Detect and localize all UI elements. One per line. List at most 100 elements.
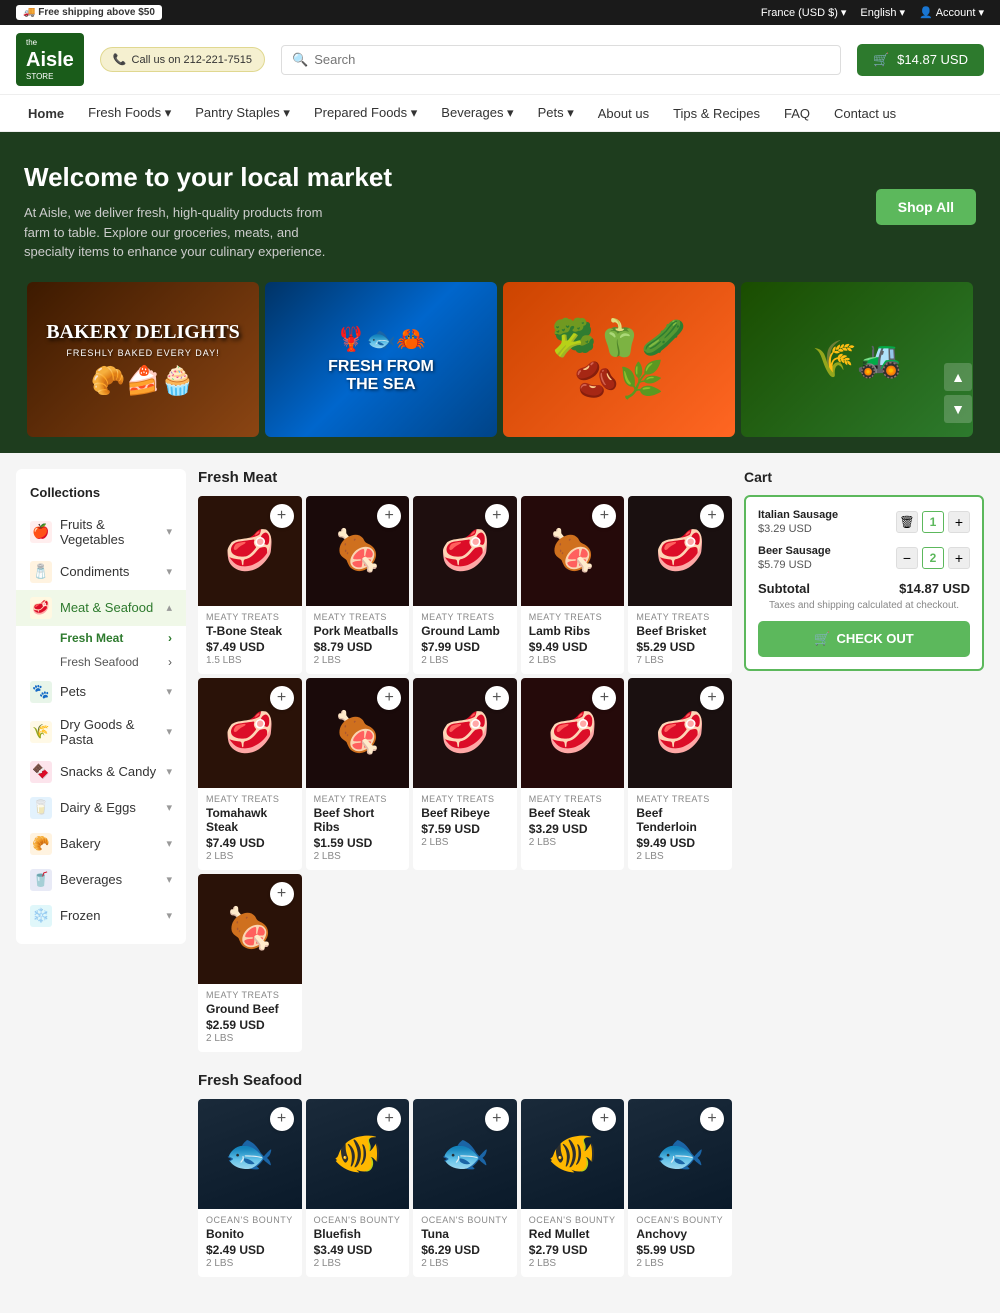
product-name: Beef Short Ribs — [314, 806, 402, 834]
cart-item-1-qty: 🗑 1 + — [896, 511, 970, 533]
nav-home[interactable]: Home — [16, 95, 76, 131]
seafood-product-card-0: 🐟 + OCEAN'S BOUNTY Bonito $2.49 USD 2 LB… — [198, 1099, 302, 1277]
nav-about[interactable]: About us — [586, 95, 661, 131]
sidebar-sub-fresh-meat[interactable]: Fresh Meat › — [60, 626, 186, 650]
add-to-cart-button[interactable]: + — [485, 686, 509, 710]
banner-nav: ▲ ▼ — [944, 363, 972, 423]
sidebar-label-dry-goods: Dry Goods & Pasta — [60, 717, 158, 747]
nav-fresh-foods[interactable]: Fresh Foods ▾ — [76, 95, 183, 131]
add-to-cart-button[interactable]: + — [377, 504, 401, 528]
seafood-product-img: 🐟 + — [198, 1099, 302, 1209]
nav-contact[interactable]: Contact us — [822, 95, 908, 131]
cart-box: Italian Sausage $3.29 USD 🗑 1 + Beer Sau… — [744, 495, 984, 671]
sidebar-item-meat[interactable]: 🥩 Meat & Seafood ▴ — [16, 590, 186, 626]
cart-item-1-qty-num: 1 — [922, 511, 944, 533]
banner-next-button[interactable]: ▼ — [944, 395, 972, 423]
cart-item-2-price: $5.79 USD — [758, 559, 831, 571]
banner-bakery[interactable]: BAKERY DELIGHTS FRESHLY BAKED EVERY DAY!… — [27, 282, 259, 437]
seafood-product-grid: 🐟 + OCEAN'S BOUNTY Bonito $2.49 USD 2 LB… — [198, 1099, 732, 1277]
cart-item-2-qty-minus[interactable]: − — [896, 547, 918, 569]
sidebar-item-bakery[interactable]: 🥐 Bakery ▾ — [16, 826, 186, 862]
cart-item-1-qty-plus[interactable]: + — [948, 511, 970, 533]
meat-icon: 🥩 — [30, 597, 52, 619]
add-to-cart-button[interactable]: + — [592, 1107, 616, 1131]
logo[interactable]: the Aisle STORE — [16, 33, 84, 86]
add-to-cart-button[interactable]: + — [270, 504, 294, 528]
sidebar-sub-fresh-seafood[interactable]: Fresh Seafood › — [60, 650, 186, 674]
seafood-product-img: 🐟 + — [628, 1099, 732, 1209]
nav-tips[interactable]: Tips & Recipes — [661, 95, 772, 131]
checkout-button[interactable]: 🛒 CHECK OUT — [758, 621, 970, 657]
product-name: Anchovy — [636, 1227, 724, 1241]
sidebar-item-pets[interactable]: 🐾 Pets ▾ — [16, 674, 186, 710]
product-price: $8.79 USD — [314, 640, 402, 654]
add-to-cart-button[interactable]: + — [485, 504, 509, 528]
cart-title: Cart — [744, 469, 984, 485]
nav-pantry-staples[interactable]: Pantry Staples ▾ — [183, 95, 302, 131]
banner-sea[interactable]: 🦞🐟🦀 FRESH FROM THE SEA — [265, 282, 497, 437]
add-to-cart-button[interactable]: + — [377, 1107, 401, 1131]
sidebar: Collections 🍎 Fruits & Vegetables ▾ 🧂 Co… — [16, 469, 186, 944]
add-to-cart-button[interactable]: + — [270, 882, 294, 906]
banner-prev-button[interactable]: ▲ — [944, 363, 972, 391]
phone-button[interactable]: 📞 Call us on 212-221-7515 — [100, 47, 265, 72]
meat-product-img: 🥩 + — [413, 678, 517, 788]
top-bar-right: France (USD $) ▾ English ▾ 👤 Account ▾ — [761, 6, 984, 19]
nav-pets[interactable]: Pets ▾ — [526, 95, 586, 131]
product-weight: 7 LBS — [636, 655, 724, 666]
add-to-cart-button[interactable]: + — [485, 1107, 509, 1131]
product-weight: 2 LBS — [636, 851, 724, 862]
nav-faq[interactable]: FAQ — [772, 95, 822, 131]
sidebar-item-fruits[interactable]: 🍎 Fruits & Vegetables ▾ — [16, 510, 186, 554]
nav-prepared-foods[interactable]: Prepared Foods ▾ — [302, 95, 429, 131]
language-selector[interactable]: English ▾ — [860, 6, 905, 19]
meat-product-img: 🍖 + — [306, 496, 410, 606]
meat-product-img: 🥩 + — [413, 496, 517, 606]
shop-all-button[interactable]: Shop All — [876, 189, 976, 225]
add-to-cart-button[interactable]: + — [592, 504, 616, 528]
add-to-cart-button[interactable]: + — [700, 686, 724, 710]
account-menu[interactable]: 👤 Account ▾ — [919, 6, 984, 19]
meat-product-card-3: 🍖 + MEATY TREATS Lamb Ribs $9.49 USD 2 L… — [521, 496, 625, 674]
country-selector[interactable]: France (USD $) ▾ — [761, 6, 847, 19]
condiments-icon: 🧂 — [30, 561, 52, 583]
cart-item-2-name: Beer Sausage — [758, 545, 831, 557]
meat-product-img: 🍖 + — [198, 874, 302, 984]
product-price: $6.29 USD — [421, 1243, 509, 1257]
add-to-cart-button[interactable]: + — [377, 686, 401, 710]
sidebar-item-snacks[interactable]: 🍫 Snacks & Candy ▾ — [16, 754, 186, 790]
sidebar-label-fruits: Fruits & Vegetables — [60, 517, 158, 547]
product-brand: MEATY TREATS — [529, 794, 617, 804]
meat-product-card-0: 🥩 + MEATY TREATS T-Bone Steak $7.49 USD … — [198, 496, 302, 674]
bakery-icon: 🥐 — [30, 833, 52, 855]
sidebar-item-frozen[interactable]: ❄️ Frozen ▾ — [16, 898, 186, 934]
cart-button[interactable]: 🛒 $14.87 USD — [857, 44, 984, 76]
product-name: Ground Lamb — [421, 624, 509, 638]
meat-product-grid: 🥩 + MEATY TREATS T-Bone Steak $7.49 USD … — [198, 496, 732, 1052]
search-input[interactable] — [314, 52, 830, 67]
add-to-cart-button[interactable]: + — [700, 504, 724, 528]
meat-product-card-5: 🥩 + MEATY TREATS Tomahawk Steak $7.49 US… — [198, 678, 302, 870]
banner-veggies[interactable]: 🥦🫑🥒 🫘🌿 — [503, 282, 735, 437]
sidebar-item-dry-goods[interactable]: 🌾 Dry Goods & Pasta ▾ — [16, 710, 186, 754]
content-area: Fresh Meat 🥩 + MEATY TREATS T-Bone Steak… — [198, 469, 732, 1297]
cart-item-2-qty-plus[interactable]: + — [948, 547, 970, 569]
product-price: $2.59 USD — [206, 1018, 294, 1032]
sidebar-item-condiments[interactable]: 🧂 Condiments ▾ — [16, 554, 186, 590]
banner-farm[interactable]: 🌾🚜 — [741, 282, 973, 437]
product-weight: 2 LBS — [206, 1258, 294, 1269]
nav-beverages[interactable]: Beverages ▾ — [429, 95, 525, 131]
add-to-cart-button[interactable]: + — [592, 686, 616, 710]
cart-item-1: Italian Sausage $3.29 USD 🗑 1 + — [758, 509, 970, 535]
add-to-cart-button[interactable]: + — [270, 686, 294, 710]
sidebar-item-beverages[interactable]: 🥤 Beverages ▾ — [16, 862, 186, 898]
add-to-cart-button[interactable]: + — [270, 1107, 294, 1131]
product-weight: 2 LBS — [421, 837, 509, 848]
add-to-cart-button[interactable]: + — [700, 1107, 724, 1131]
cart-item-1-remove[interactable]: 🗑 — [896, 511, 918, 533]
seafood-product-card-2: 🐟 + OCEAN'S BOUNTY Tuna $6.29 USD 2 LBS — [413, 1099, 517, 1277]
cart-tax-note: Taxes and shipping calculated at checkou… — [758, 600, 970, 611]
pets-icon: 🐾 — [30, 681, 52, 703]
sidebar-item-dairy[interactable]: 🥛 Dairy & Eggs ▾ — [16, 790, 186, 826]
sidebar-label-pets: Pets — [60, 684, 158, 699]
